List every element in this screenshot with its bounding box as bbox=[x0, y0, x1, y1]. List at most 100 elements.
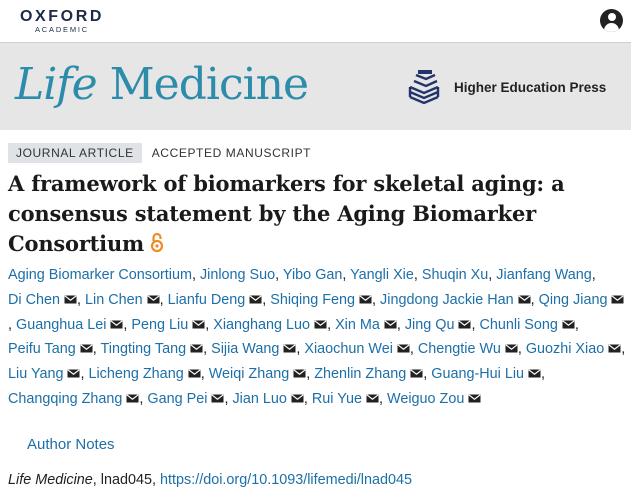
email-icon[interactable] bbox=[611, 288, 625, 304]
author-separator: , bbox=[92, 341, 101, 358]
email-icon[interactable] bbox=[67, 362, 81, 378]
author-separator: , bbox=[327, 316, 336, 333]
email-icon[interactable] bbox=[384, 313, 397, 329]
author-link[interactable]: Yibo Gan bbox=[283, 267, 342, 283]
author-link[interactable]: Gang Pei bbox=[147, 391, 207, 407]
author-separator: , bbox=[591, 267, 596, 283]
author-separator: , bbox=[342, 267, 351, 283]
publisher-link[interactable]: Higher Education Press bbox=[404, 65, 606, 109]
email-icon[interactable] bbox=[314, 313, 327, 329]
author-link[interactable]: Di Chen bbox=[8, 292, 60, 308]
doi-link[interactable]: https://doi.org/10.1093/lifemedi/lnad045 bbox=[160, 472, 412, 488]
email-icon[interactable] bbox=[366, 387, 379, 403]
author-link[interactable]: Changqing Zhang bbox=[8, 391, 122, 407]
author-link[interactable]: Xianghang Luo bbox=[213, 317, 310, 333]
author-link[interactable]: Aging Biomarker Consortium bbox=[8, 267, 192, 283]
email-icon[interactable] bbox=[562, 313, 575, 329]
author-link[interactable]: Rui Yue bbox=[312, 391, 362, 407]
email-icon[interactable] bbox=[64, 288, 77, 304]
author-link[interactable]: Weiguo Zou bbox=[387, 391, 464, 407]
author-link[interactable]: Chengtie Wu bbox=[418, 341, 501, 357]
citation-journal: Life Medicine bbox=[8, 472, 93, 488]
author-link[interactable]: Jianfang Wang bbox=[496, 267, 591, 283]
email-icon[interactable] bbox=[188, 362, 201, 378]
article-status: ACCEPTED MANUSCRIPT bbox=[151, 146, 312, 160]
journal-title-word2: Medicine bbox=[109, 59, 309, 110]
email-icon[interactable] bbox=[410, 362, 423, 378]
author-separator: , bbox=[200, 366, 209, 383]
author-separator: , bbox=[203, 341, 212, 358]
author-link[interactable]: Shiqing Feng bbox=[270, 292, 355, 308]
author-link[interactable]: Xiaochun Wei bbox=[304, 341, 393, 357]
email-icon[interactable] bbox=[458, 313, 472, 329]
author-separator: , bbox=[372, 291, 381, 308]
citation: Life Medicine, lnad045, https://doi.org/… bbox=[8, 472, 412, 488]
author-separator: , bbox=[396, 316, 405, 333]
author-link[interactable]: Jing Qu bbox=[405, 317, 455, 333]
email-icon[interactable] bbox=[291, 387, 304, 403]
email-icon[interactable] bbox=[397, 337, 410, 353]
author-link[interactable]: Peng Liu bbox=[131, 317, 188, 333]
journal-title-link[interactable]: Life Medicine bbox=[15, 59, 309, 111]
author-link[interactable]: Yangli Xie bbox=[350, 267, 414, 283]
article-title: A framework of biomarkers for skeletal a… bbox=[8, 169, 608, 259]
author-separator: , bbox=[303, 390, 312, 407]
email-icon[interactable] bbox=[518, 288, 531, 304]
author-link[interactable]: Licheng Zhang bbox=[88, 366, 183, 382]
author-separator: , bbox=[530, 291, 539, 308]
author-separator: , bbox=[8, 316, 16, 333]
author-link[interactable]: Jinlong Suo bbox=[200, 267, 275, 283]
author-link[interactable]: Lianfu Deng bbox=[168, 292, 246, 308]
email-icon[interactable] bbox=[110, 313, 123, 329]
oxford-academic-logo[interactable]: OXFORD ACADEMIC bbox=[14, 8, 110, 34]
author-link[interactable]: Zhenlin Zhang bbox=[314, 366, 406, 382]
article-type-badge: JOURNAL ARTICLE bbox=[8, 143, 142, 163]
author-link[interactable]: Jian Luo bbox=[232, 391, 286, 407]
open-access-icon bbox=[150, 232, 164, 253]
author-link[interactable]: Guanghua Lei bbox=[16, 317, 106, 333]
email-icon[interactable] bbox=[468, 387, 481, 403]
author-separator: , bbox=[517, 341, 526, 358]
author-separator: , bbox=[191, 267, 200, 283]
author-separator: , bbox=[574, 316, 579, 333]
email-icon[interactable] bbox=[190, 337, 203, 353]
email-icon[interactable] bbox=[505, 337, 518, 353]
author-link[interactable]: Guozhi Xiao bbox=[526, 341, 604, 357]
email-icon[interactable] bbox=[293, 362, 306, 378]
author-link[interactable]: Xin Ma bbox=[335, 317, 380, 333]
article-badges: JOURNAL ARTICLE ACCEPTED MANUSCRIPT bbox=[8, 143, 311, 163]
email-icon[interactable] bbox=[359, 288, 372, 304]
publisher-name: Higher Education Press bbox=[454, 79, 607, 95]
email-icon[interactable] bbox=[249, 288, 262, 304]
author-link[interactable]: Sijia Wang bbox=[211, 341, 279, 357]
publisher-logo-icon bbox=[408, 70, 440, 105]
author-link[interactable]: Liu Yang bbox=[8, 366, 63, 382]
author-link[interactable]: Jingdong Jackie Han bbox=[380, 292, 514, 308]
author-separator: , bbox=[275, 267, 283, 283]
author-separator: , bbox=[413, 267, 422, 283]
author-link[interactable]: Weiqi Zhang bbox=[209, 366, 290, 382]
email-icon[interactable] bbox=[283, 337, 296, 353]
account-icon[interactable] bbox=[600, 9, 623, 32]
email-icon[interactable] bbox=[147, 288, 160, 304]
journal-banner: Life Medicine Higher Education Press bbox=[0, 42, 631, 130]
email-icon[interactable] bbox=[126, 387, 139, 403]
email-icon[interactable] bbox=[80, 337, 93, 353]
author-link[interactable]: Qing Jiang bbox=[539, 292, 608, 308]
author-link[interactable]: Shuqin Xu bbox=[422, 267, 488, 283]
email-icon[interactable] bbox=[211, 387, 225, 403]
email-icon[interactable] bbox=[192, 313, 205, 329]
author-link[interactable]: Lin Chen bbox=[85, 292, 143, 308]
email-icon[interactable] bbox=[608, 337, 621, 353]
author-list: Aging Biomarker Consortium, Jinlong Suo,… bbox=[8, 263, 628, 412]
author-separator: , bbox=[379, 390, 388, 407]
journal-title-word1: Life bbox=[15, 59, 98, 110]
author-link[interactable]: Chunli Song bbox=[479, 317, 557, 333]
author-notes-link[interactable]: Author Notes bbox=[27, 436, 115, 453]
email-icon[interactable] bbox=[528, 362, 541, 378]
author-link[interactable]: Guang-Hui Liu bbox=[431, 366, 524, 382]
author-link[interactable]: Tingting Tang bbox=[101, 341, 187, 357]
author-separator: , bbox=[77, 291, 85, 308]
author-link[interactable]: Peifu Tang bbox=[8, 341, 76, 357]
author-separator: , bbox=[159, 291, 168, 308]
